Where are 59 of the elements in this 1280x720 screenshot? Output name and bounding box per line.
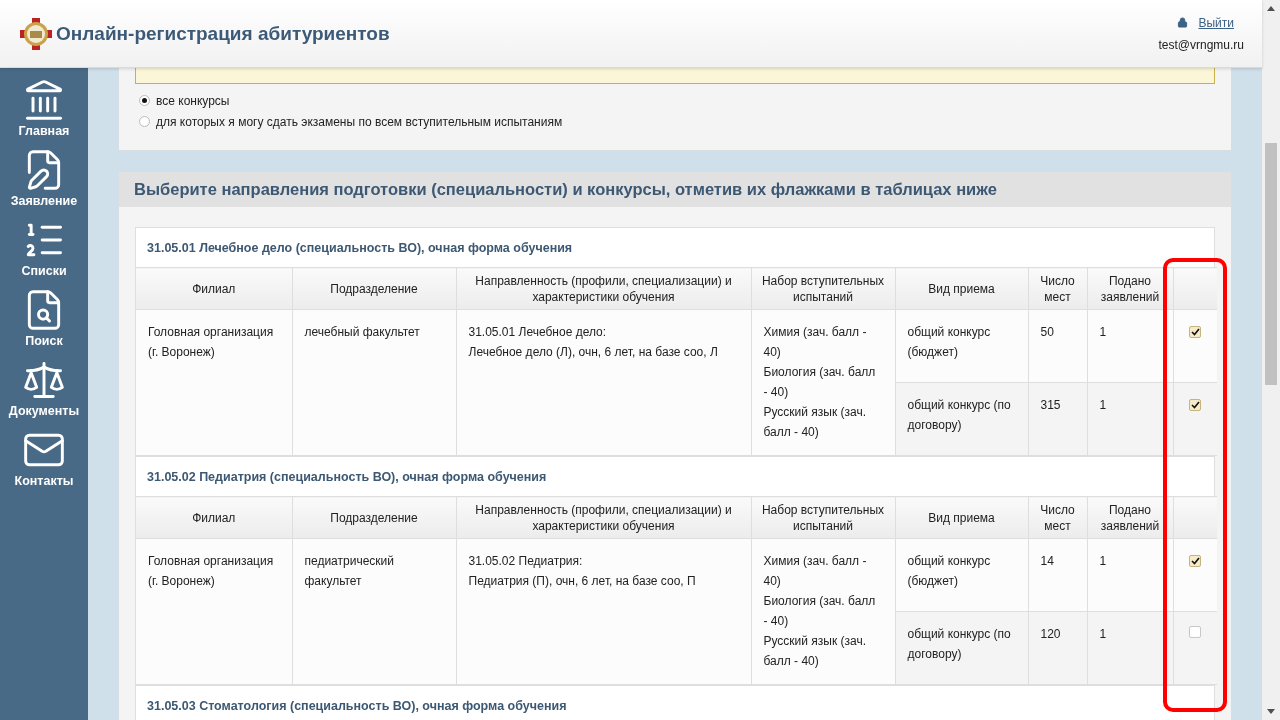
table-cell: общий конкурс (по договору) (895, 382, 1028, 456)
table-cell: педиатрический факультет (292, 538, 456, 685)
column-header: Подразделение (292, 267, 456, 310)
column-header: Направленность (профили, специализации) и характеристики обучения (456, 496, 751, 539)
section-title: Выберите направления подготовки (специальности) и конкурсы, отметив их флажками в таблицах ниже (119, 172, 1231, 207)
column-header: Филиал (136, 267, 292, 310)
sidebar-item[interactable]: Главная (0, 78, 88, 148)
lock-icon (1177, 17, 1189, 28)
column-header: Набор вступительных испытаний (751, 267, 895, 310)
logout-link[interactable]: Выйти (1198, 15, 1234, 30)
column-header: Направленность (профили, специализации) и характеристики обучения (456, 267, 751, 310)
table-cell: лечебный факультет (292, 309, 456, 456)
table-cell: 1 (1087, 309, 1173, 383)
table-cell: 50 (1028, 309, 1087, 383)
column-header: Число мест (1028, 267, 1087, 310)
column-header: Подразделение (292, 496, 456, 539)
program-title: 31.05.02 Педиатрия (специальность ВО), очная форма обучения (146, 468, 548, 486)
program-title: 31.05.03 Стоматология (специальность ВО), очная форма обучения (146, 697, 568, 715)
table-cell: 1 (1087, 382, 1173, 456)
sidebar-item[interactable]: Списки (0, 218, 88, 288)
table-cell: 120 (1028, 611, 1087, 685)
checkbox[interactable] (1189, 326, 1202, 338)
sidebar-item[interactable]: Контакты (0, 428, 88, 498)
program-title: 31.05.01 Лечебное дело (специальность ВО), очная форма обучения (146, 239, 574, 257)
app-title: Онлайн-регистрация абитуриентов (56, 22, 391, 45)
checkbox[interactable] (1189, 555, 1202, 567)
scrollbar-thumb[interactable] (1265, 143, 1277, 385)
column-header: Подано заявлений (1087, 267, 1173, 310)
column-header: Набор вступительных испытаний (751, 496, 895, 539)
checkbox[interactable] (1189, 626, 1202, 638)
table-cell: 1 (1087, 611, 1173, 685)
table-cell: Головная организация (г. Воронеж) (136, 309, 292, 456)
table-cell: 315 (1028, 382, 1087, 456)
sidebar-item[interactable]: Документы (0, 358, 88, 428)
sidebar-item[interactable]: Поиск (0, 288, 88, 358)
table-cell: общий конкурс (бюджет) (895, 309, 1028, 383)
table-cell: Головная организация (г. Воронеж) (136, 538, 292, 685)
table-cell: общий конкурс (по договору) (895, 611, 1028, 685)
radio-option[interactable]: все конкурсы (135, 90, 1215, 111)
radio-button[interactable] (139, 116, 150, 127)
scrollbar[interactable] (1262, 0, 1280, 720)
table-cell: 31.05.02 Педиатрия: Педиатрия (П), очн, 6 лет, на базе соо, П (456, 538, 751, 685)
checkbox[interactable] (1189, 399, 1202, 411)
column-header: Филиал (136, 496, 292, 539)
column-header: Подано заявлений (1087, 496, 1173, 539)
table-cell: общий конкурс (бюджет) (895, 538, 1028, 612)
column-header: Вид приема (895, 267, 1028, 310)
table-cell: 31.05.01 Лечебное дело: Лечебное дело (Л), очн, 6 лет, на базе соо, Л (456, 309, 751, 456)
table-cell: 1 (1087, 538, 1173, 612)
table-cell: Химия (зач. балл - 40) Биология (зач. балл - 40) Русский язык (зач. балл - 40) (751, 309, 895, 456)
column-header: Число мест (1028, 496, 1087, 539)
table-cell: Химия (зач. балл - 40) Биология (зач. балл - 40) Русский язык (зач. балл - 40) (751, 538, 895, 685)
radio-option[interactable]: для которых я могу сдать экзамены по всем вступительным испытаниям (135, 111, 1215, 132)
user-email: test@vrngmu.ru (1158, 37, 1244, 52)
table-cell: 14 (1028, 538, 1087, 612)
logo-icon (20, 17, 52, 50)
sidebar-item[interactable]: Заявление (0, 148, 88, 218)
radio-button[interactable] (139, 95, 150, 106)
column-header: Вид приема (895, 496, 1028, 539)
